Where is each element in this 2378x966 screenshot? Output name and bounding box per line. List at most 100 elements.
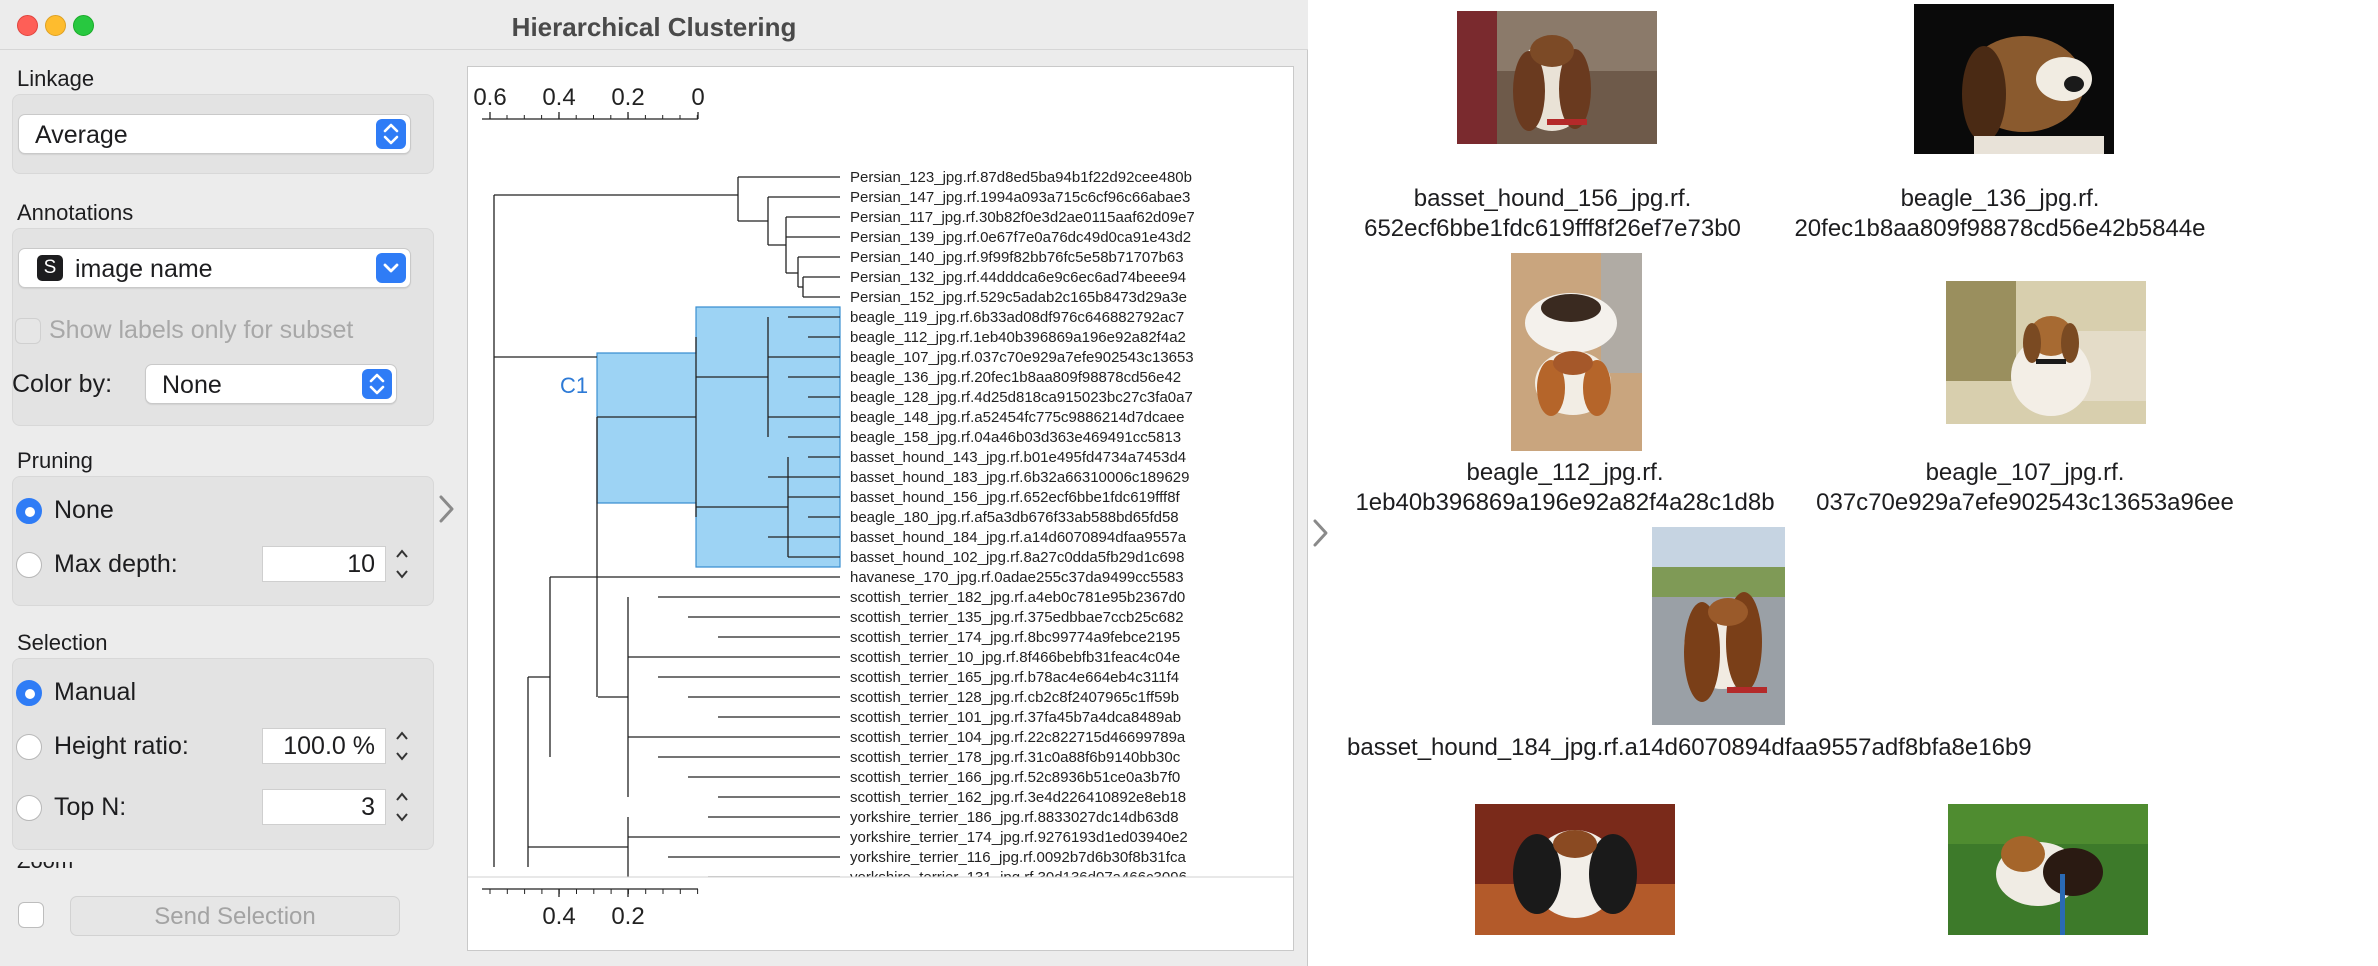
expand-arrow-icon[interactable] — [1310, 516, 1332, 555]
color-by-select[interactable]: None — [145, 364, 397, 404]
caption-image-3: beagle_112_jpg.rf. 1eb40b396869a196e92a8… — [1340, 458, 1790, 518]
selection-manual-radio[interactable] — [16, 680, 42, 706]
leaf-label: Persian_132_jpg.rf.44dddca6e9c6ec6ad74be… — [850, 269, 1186, 286]
image-viewer-panel: basset_hound_156_jpg.rf. 652ecf6bbe1fdc6… — [1340, 0, 2378, 966]
leaf-label: basset_hound_184_jpg.rf.a14d6070894dfaa9… — [850, 529, 1187, 546]
linkage-select[interactable]: Average — [18, 114, 411, 154]
thumbnail-beagle-112[interactable] — [1511, 253, 1642, 451]
bottom-axis-tick-label: 0.2 — [611, 903, 644, 930]
annotations-value: image name — [75, 255, 213, 283]
chevron-updown-icon — [376, 119, 406, 149]
leaf-label: scottish_terrier_10_jpg.rf.8f466bebfb31f… — [850, 649, 1180, 666]
thumbnail-dog-7[interactable] — [1948, 804, 2148, 935]
leaf-label: beagle_128_jpg.rf.4d25d818ca915023bc27c3… — [850, 389, 1193, 406]
dendrogram-canvas[interactable]: Persian_123_jpg.rf.87d8ed5ba94b1f22d92ce… — [467, 66, 1294, 951]
caption-4-line2: 037c70e929a7efe902543c13653a96ee — [1816, 489, 2234, 516]
pruning-none-label: None — [54, 496, 114, 524]
leaf-label: scottish_terrier_174_jpg.rf.8bc99774a9fe… — [850, 629, 1180, 646]
leaf-label: scottish_terrier_135_jpg.rf.375edbbae7cc… — [850, 609, 1184, 626]
pruning-max-depth-radio[interactable] — [16, 552, 42, 578]
cluster-label-c1: C1 — [560, 373, 588, 398]
leaf-label: scottish_terrier_166_jpg.rf.52c8936b51ce… — [850, 769, 1180, 786]
leaf-label: beagle_136_jpg.rf.20fec1b8aa809f98878cd5… — [850, 369, 1181, 386]
caption-2-line1: beagle_136_jpg.rf. — [1900, 185, 2100, 212]
top-axis-tick-label: 0.2 — [611, 84, 644, 111]
leaf-label: yorkshire_terrier_186_jpg.rf.8833027dc14… — [850, 809, 1179, 826]
leaf-label: Persian_117_jpg.rf.30b82f0e3d2ae0115aaf6… — [850, 209, 1195, 226]
leaf-label: beagle_119_jpg.rf.6b33ad08df976c64688279… — [850, 309, 1184, 326]
caption-image-2: beagle_136_jpg.rf. 20fec1b8aa809f98878cd… — [1770, 184, 2230, 244]
caption-5-line1: basset_hound_184_jpg.rf.a14d6070894dfaa9… — [1347, 734, 2032, 761]
top-n-spinner[interactable] — [392, 787, 412, 827]
leaf-label: scottish_terrier_165_jpg.rf.b78ac4e664eb… — [850, 669, 1179, 686]
collapse-arrow-icon[interactable] — [436, 492, 458, 531]
leaf-label: Persian_139_jpg.rf.0e67f7e0a76dc49d0ca91… — [850, 229, 1191, 246]
top-axis-tick-label: 0 — [691, 84, 704, 111]
caption-3-line2: 1eb40b396869a196e92a82f4a28c1d8b — [1355, 489, 1775, 516]
max-depth-input[interactable]: 10 — [262, 546, 386, 582]
dendrogram[interactable]: Persian_123_jpg.rf.87d8ed5ba94b1f22d92ce… — [468, 67, 1293, 950]
leaf-label: basset_hound_156_jpg.rf.652ecf6bbe1fdc61… — [850, 489, 1181, 506]
leaf-label: Persian_152_jpg.rf.529c5adab2c165b8473d2… — [850, 289, 1187, 306]
auto-send-checkbox[interactable] — [18, 902, 44, 928]
top-axis-tick-label: 0.4 — [542, 84, 575, 111]
thumbnail-basset-hound-184[interactable] — [1652, 527, 1785, 725]
zoom-section-clip: Zoom — [17, 862, 217, 874]
leaf-label: scottish_terrier_178_jpg.rf.31c0a88f6b91… — [850, 749, 1181, 766]
leaf-label: beagle_158_jpg.rf.04a46b03d363e469491cc5… — [850, 429, 1181, 446]
caption-4-line1: beagle_107_jpg.rf. — [1925, 459, 2125, 486]
height-ratio-label: Height ratio: — [54, 732, 189, 760]
leaf-label: scottish_terrier_182_jpg.rf.a4eb0c781e95… — [850, 589, 1185, 606]
pruning-label: Pruning — [17, 448, 93, 473]
leaf-label: yorkshire_terrier_116_jpg.rf.0092b7d6b30… — [850, 849, 1186, 866]
thumbnail-beagle-107[interactable] — [1946, 281, 2146, 424]
thumbnail-dog-6[interactable] — [1475, 804, 1675, 935]
leaf-label: scottish_terrier_128_jpg.rf.cb2c8f240796… — [850, 689, 1179, 706]
max-depth-label: Max depth: — [54, 550, 178, 578]
leaf-label: Persian_123_jpg.rf.87d8ed5ba94b1f22d92ce… — [850, 169, 1192, 186]
leaf-label: basset_hound_183_jpg.rf.6b32a66310006c18… — [850, 469, 1189, 486]
hierarchical-clustering-window: Hierarchical Clustering Linkage Average … — [0, 0, 1308, 966]
leaf-label: scottish_terrier_104_jpg.rf.22c822715d46… — [850, 729, 1186, 746]
leaf-label: beagle_107_jpg.rf.037c70e929a7efe902543c… — [850, 349, 1194, 366]
selection-label: Selection — [17, 630, 108, 655]
bottom-axis-tick-label: 0.4 — [542, 903, 575, 930]
zoom-label: Zoom — [17, 862, 73, 874]
leaf-label: havanese_170_jpg.rf.0adae255c37da9499cc5… — [850, 569, 1184, 586]
caption-image-5: basset_hound_184_jpg.rf.a14d6070894dfaa9… — [1340, 733, 2100, 763]
annotations-select[interactable]: S image name — [18, 248, 411, 288]
show-labels-subset-label: Show labels only for subset — [49, 316, 354, 344]
selection-height-ratio-radio[interactable] — [16, 734, 42, 760]
caption-1-line1: basset_hound_156_jpg.rf. — [1413, 185, 1692, 212]
max-depth-spinner[interactable] — [392, 544, 412, 584]
top-axis-tick-label: 0.6 — [473, 84, 506, 111]
window-title: Hierarchical Clustering — [511, 12, 797, 42]
pruning-none-radio[interactable] — [16, 498, 42, 524]
selection-manual-label: Manual — [54, 678, 136, 706]
caption-1-line2: 652ecf6bbe1fdc619fff8f26ef7e73b0 — [1364, 215, 1741, 242]
selection-top-n-radio[interactable] — [16, 795, 42, 821]
leaf-label: Persian_140_jpg.rf.9f99f82bb76fc5e58b717… — [850, 249, 1184, 266]
leaf-label: beagle_180_jpg.rf.af5a3db676f33ab588bd65… — [850, 509, 1179, 526]
thumbnail-basset-hound-156[interactable] — [1457, 11, 1657, 144]
bottom-axis-area — [468, 877, 1293, 950]
leaf-label: beagle_148_jpg.rf.a52454fc775c9886214d7d… — [850, 409, 1184, 426]
height-ratio-spinner[interactable] — [392, 726, 412, 766]
top-n-label: Top N: — [54, 793, 127, 821]
chevron-updown-icon — [362, 369, 392, 399]
height-ratio-input[interactable]: 100.0 % — [262, 728, 386, 764]
show-labels-subset-checkbox[interactable] — [15, 318, 41, 344]
caption-image-1: basset_hound_156_jpg.rf. 652ecf6bbe1fdc6… — [1340, 184, 1765, 244]
send-selection-button[interactable]: Send Selection — [70, 896, 400, 936]
caption-2-line2: 20fec1b8aa809f98878cd56e42b5844e — [1794, 215, 2206, 242]
string-variable-icon: S — [37, 255, 63, 281]
caption-3-line1: beagle_112_jpg.rf. — [1466, 459, 1664, 486]
leaf-label: basset_hound_143_jpg.rf.b01e495fd4734a74… — [850, 449, 1186, 466]
color-by-label: Color by: — [12, 370, 113, 398]
leaf-label: scottish_terrier_101_jpg.rf.37fa45b7a4dc… — [850, 709, 1181, 726]
linkage-label: Linkage — [17, 66, 95, 91]
thumbnail-beagle-136[interactable] — [1914, 4, 2114, 154]
caption-image-4: beagle_107_jpg.rf. 037c70e929a7efe902543… — [1780, 458, 2270, 518]
top-n-input[interactable]: 3 — [262, 789, 386, 825]
leaf-label: basset_hound_102_jpg.rf.8a27c0dda5fb29d1… — [850, 549, 1184, 566]
